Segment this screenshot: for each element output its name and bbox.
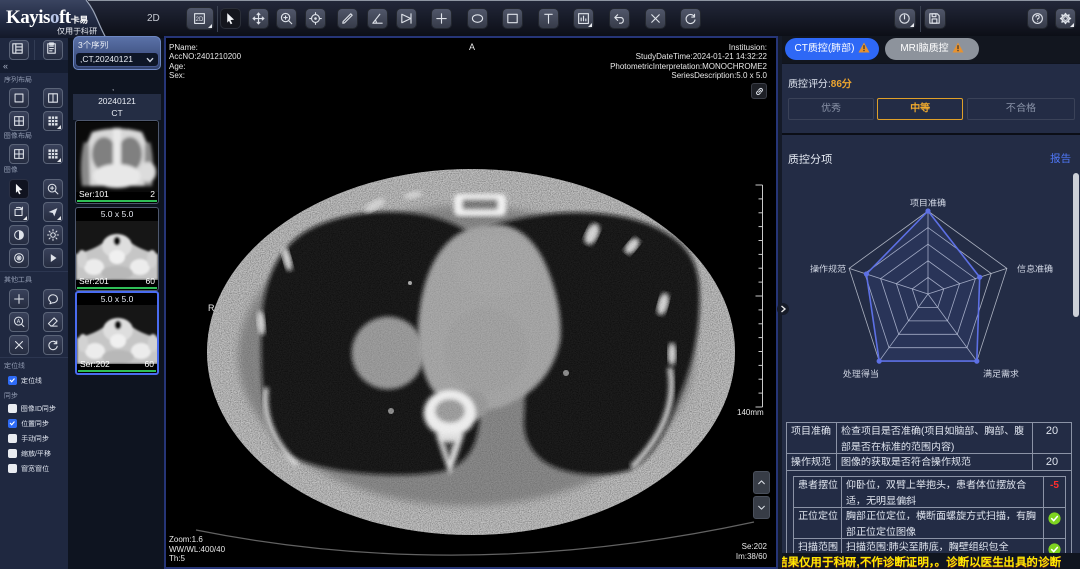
svg-text:A: A [17,319,21,325]
svg-text:2D: 2D [196,17,204,23]
